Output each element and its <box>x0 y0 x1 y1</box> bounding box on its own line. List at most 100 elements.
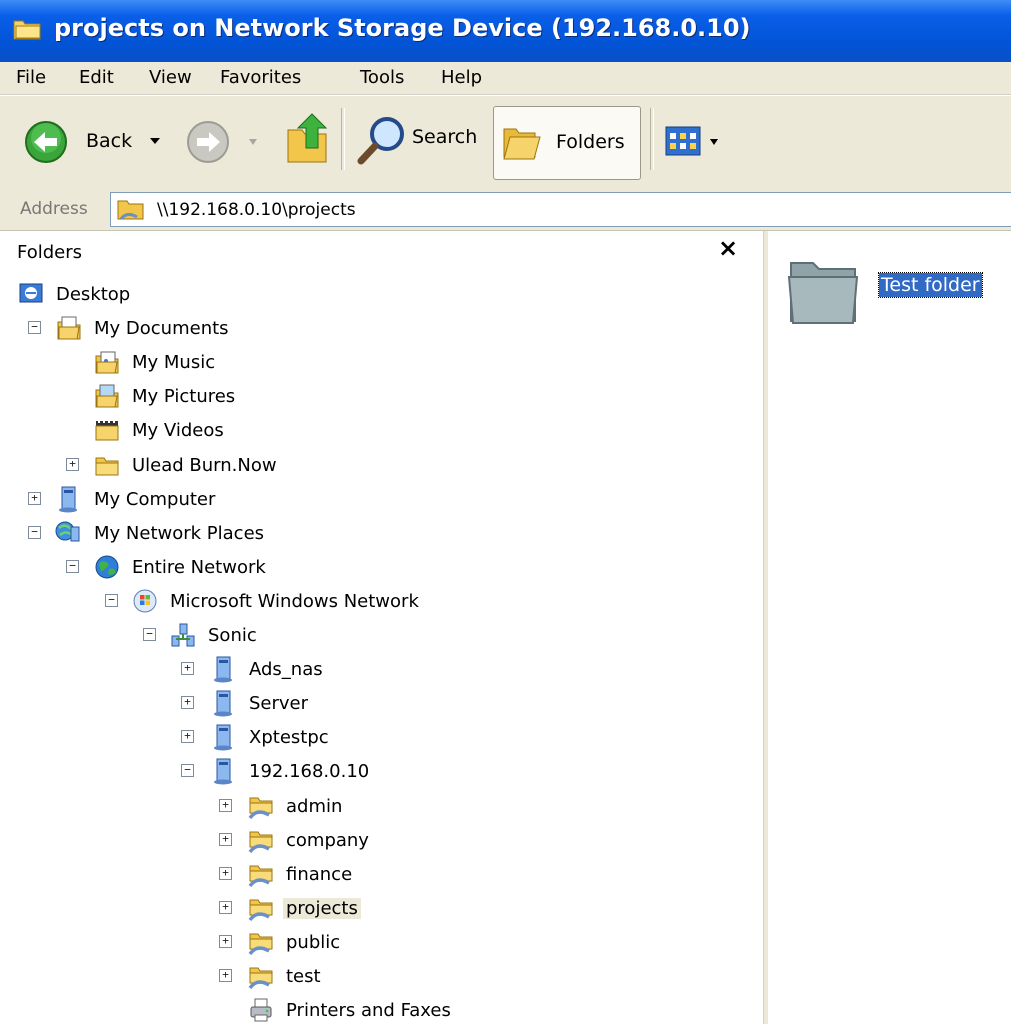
search-label: Search <box>412 126 478 148</box>
menu-bar: File Edit View Favorites Tools Help <box>0 62 1011 95</box>
folder-tree: Desktop − My Documents My Music My Pictures M… <box>0 271 763 1024</box>
tree-item-label: My Videos <box>132 420 224 441</box>
tree-item-xptestpc[interactable]: + Xptestpc <box>0 721 760 755</box>
expand-icon[interactable]: + <box>219 901 232 914</box>
tree-item-label: Sonic <box>208 625 257 646</box>
menu-favorites[interactable]: Favorites <box>220 67 301 88</box>
forward-button[interactable] <box>186 120 272 164</box>
share-folder-icon <box>248 831 273 854</box>
collapse-icon[interactable]: − <box>143 628 156 641</box>
share-folder-icon <box>248 899 273 922</box>
share-folder-icon <box>248 865 273 888</box>
tree-item-label: Ulead Burn.Now <box>132 455 277 476</box>
expand-icon[interactable]: + <box>219 935 232 948</box>
expand-icon[interactable]: + <box>219 867 232 880</box>
tree-item-label: Ads_nas <box>249 659 323 680</box>
views-button[interactable] <box>665 126 723 158</box>
tree-item-label: admin <box>286 796 343 817</box>
tree-item-company[interactable]: + company <box>0 824 760 858</box>
tree-item-test[interactable]: + test <box>0 960 760 994</box>
tree-item-192-168-0-10[interactable]: − 192.168.0.10 <box>0 755 760 789</box>
tree-item-projects[interactable]: + projects <box>0 892 760 926</box>
tree-item-label: Desktop <box>56 284 131 305</box>
folders-pane-title: Folders <box>17 242 83 263</box>
tree-item-printers-and-faxes[interactable]: Printers and Faxes <box>0 994 760 1028</box>
back-arrow-icon <box>25 121 67 163</box>
windows-network-icon <box>133 589 157 613</box>
expand-icon[interactable]: + <box>181 696 194 709</box>
back-button[interactable]: Back <box>24 120 174 164</box>
network-places-icon <box>55 521 80 542</box>
tree-item-my-music[interactable]: My Music <box>0 346 760 380</box>
tree-item-label: Server <box>249 693 309 714</box>
search-button[interactable]: Search <box>356 114 484 166</box>
expand-icon[interactable]: + <box>181 730 194 743</box>
expand-icon[interactable]: + <box>219 969 232 982</box>
collapse-icon[interactable]: − <box>28 321 41 334</box>
up-folder-button[interactable] <box>286 110 330 166</box>
address-path: \\192.168.0.10\projects <box>157 200 356 220</box>
collapse-icon[interactable]: − <box>28 526 41 539</box>
expand-icon[interactable]: + <box>28 492 41 505</box>
expand-icon[interactable]: + <box>219 799 232 812</box>
title-bar: projects on Network Storage Device (192.… <box>0 0 1011 62</box>
tree-item-ulead-burn-now[interactable]: + Ulead Burn.Now <box>0 449 760 483</box>
tree-item-label: test <box>286 966 321 987</box>
my-documents-icon <box>57 316 81 340</box>
share-folder-icon <box>248 967 273 990</box>
tree-item-admin[interactable]: + admin <box>0 790 760 824</box>
folders-icon <box>503 128 541 160</box>
tree-item-entire-network[interactable]: − Entire Network <box>0 551 760 585</box>
tree-item-label: Microsoft Windows Network <box>170 591 419 612</box>
tree-item-ads-nas[interactable]: + Ads_nas <box>0 653 760 687</box>
tree-item-label: public <box>286 932 341 953</box>
computer-icon <box>214 656 232 683</box>
menu-tools[interactable]: Tools <box>360 67 404 88</box>
computer-icon <box>214 724 232 751</box>
tree-item-finance[interactable]: + finance <box>0 858 760 892</box>
my-videos-icon <box>95 421 119 441</box>
computer-icon <box>214 758 232 785</box>
workgroup-icon <box>171 623 195 647</box>
tree-item-server[interactable]: + Server <box>0 687 760 721</box>
folders-button[interactable]: Folders <box>493 106 641 180</box>
up-folder-icon <box>287 113 328 163</box>
address-label: Address <box>20 199 88 219</box>
tree-item-my-computer[interactable]: + My Computer <box>0 483 760 517</box>
address-bar: Address \\192.168.0.10\projects <box>0 188 1011 231</box>
collapse-icon[interactable]: − <box>105 594 118 607</box>
tree-item-microsoft-windows-network[interactable]: − Microsoft Windows Network <box>0 585 760 619</box>
printer-icon <box>250 998 272 1022</box>
share-folder-icon <box>248 933 273 956</box>
my-computer-icon <box>59 486 77 513</box>
menu-help[interactable]: Help <box>441 67 482 88</box>
menu-edit[interactable]: Edit <box>79 67 114 88</box>
expand-icon[interactable]: + <box>66 458 79 471</box>
tree-item-my-pictures[interactable]: My Pictures <box>0 380 760 414</box>
tree-item-desktop[interactable]: Desktop <box>0 278 760 312</box>
dropdown-arrow-icon <box>249 139 257 145</box>
tree-item-my-documents[interactable]: − My Documents <box>0 312 760 346</box>
expand-icon[interactable]: + <box>219 833 232 846</box>
folders-label: Folders <box>556 131 625 153</box>
menu-file[interactable]: File <box>16 67 46 88</box>
address-field[interactable]: \\192.168.0.10\projects <box>110 192 1011 227</box>
views-icon <box>665 126 701 156</box>
collapse-icon[interactable]: − <box>181 764 194 777</box>
tree-item-public[interactable]: + public <box>0 926 760 960</box>
menu-view[interactable]: View <box>149 67 192 88</box>
tree-item-my-network-places[interactable]: − My Network Places <box>0 517 760 551</box>
tree-item-label: Entire Network <box>132 557 266 578</box>
collapse-icon[interactable]: − <box>66 560 79 573</box>
close-pane-button[interactable]: × <box>718 234 738 262</box>
tree-item-label: My Computer <box>94 489 216 510</box>
content-item-label: Test folder <box>878 272 983 298</box>
tree-item-label: My Network Places <box>94 523 265 544</box>
tree-item-my-videos[interactable]: My Videos <box>0 414 760 448</box>
tree-item-label: company <box>286 830 369 851</box>
dropdown-arrow-icon <box>710 139 718 145</box>
expand-icon[interactable]: + <box>181 662 194 675</box>
tree-item-label: finance <box>286 864 353 885</box>
tree-item-sonic[interactable]: − Sonic <box>0 619 760 653</box>
my-pictures-icon <box>95 384 119 408</box>
